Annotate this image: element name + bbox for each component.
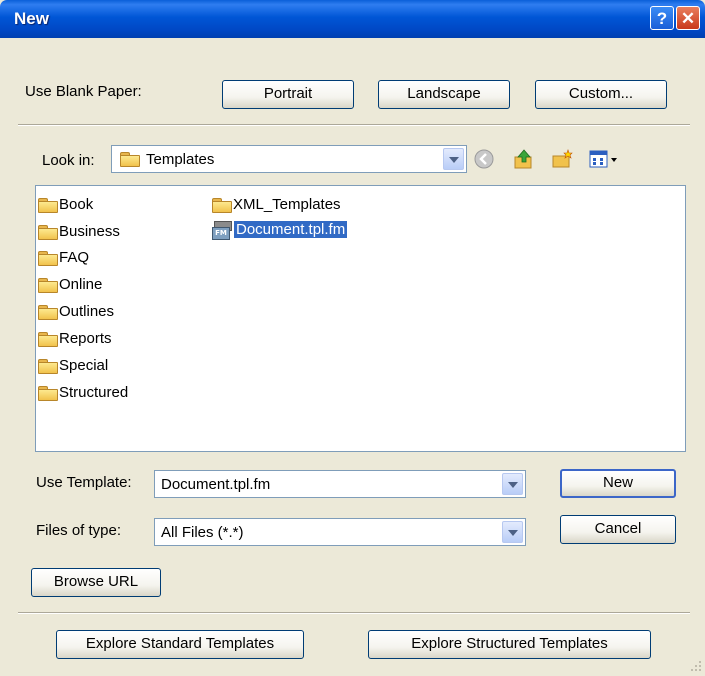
separator-top — [18, 124, 690, 126]
view-menu-icon[interactable] — [588, 148, 620, 170]
folder-name: Book — [59, 196, 94, 213]
blank-paper-label: Use Blank Paper: — [25, 83, 142, 100]
new-dialog: New ? ✕ Use Blank Paper: Portrait Landsc… — [0, 0, 705, 676]
chevron-down-icon[interactable] — [502, 521, 523, 543]
look-in-combo[interactable]: Templates — [111, 145, 467, 173]
folder-item[interactable]: Business — [38, 221, 120, 243]
file-name: Document.tpl.fm — [234, 221, 348, 238]
landscape-button-label: Landscape — [407, 85, 481, 102]
cancel-button-label: Cancel — [594, 520, 642, 537]
folder-icon — [38, 359, 58, 375]
folder-name: Outlines — [59, 303, 115, 320]
chevron-down-icon[interactable] — [443, 148, 464, 170]
cancel-button[interactable]: Cancel — [560, 515, 676, 544]
folder-name: Special — [59, 357, 109, 374]
file-item-selected[interactable]: FM Document.tpl.fm — [212, 219, 348, 241]
portrait-button-label: Portrait — [263, 85, 313, 102]
folder-name: Reports — [59, 330, 112, 347]
window-title: New — [14, 9, 49, 28]
folder-item[interactable]: Reports — [38, 328, 112, 350]
title-bar[interactable]: New ? ✕ — [0, 0, 705, 38]
new-folder-icon[interactable] — [551, 148, 573, 170]
folder-item[interactable]: FAQ — [38, 247, 89, 269]
explore-standard-templates-button[interactable]: Explore Standard Templates — [56, 630, 304, 659]
folder-icon — [38, 251, 58, 267]
folder-name: Business — [59, 223, 120, 240]
use-template-value: Document.tpl.fm — [161, 476, 271, 493]
folder-name: Online — [59, 276, 103, 293]
use-template-combo[interactable]: Document.tpl.fm — [154, 470, 526, 498]
folder-item[interactable]: Structured — [38, 382, 128, 404]
explore-structured-templates-button[interactable]: Explore Structured Templates — [368, 630, 651, 659]
portrait-button[interactable]: Portrait — [222, 80, 354, 109]
folder-name: XML_Templates — [233, 196, 341, 213]
folder-icon — [120, 152, 140, 167]
files-of-type-label: Files of type: — [36, 522, 122, 539]
use-template-label: Use Template: — [36, 474, 132, 491]
up-folder-icon[interactable] — [513, 148, 535, 170]
browse-url-button[interactable]: Browse URL — [31, 568, 161, 597]
files-of-type-value: All Files (*.*) — [161, 524, 244, 541]
explore-standard-label: Explore Standard Templates — [85, 635, 275, 652]
close-button[interactable]: ✕ — [676, 6, 700, 30]
browse-url-button-label: Browse URL — [53, 573, 139, 590]
new-button[interactable]: New — [560, 469, 676, 498]
look-in-value: Templates — [146, 151, 215, 168]
custom-button[interactable]: Custom... — [535, 80, 667, 109]
folder-name: Structured — [59, 384, 129, 401]
folder-item[interactable]: XML_Templates — [212, 194, 341, 216]
files-of-type-combo[interactable]: All Files (*.*) — [154, 518, 526, 546]
folder-icon — [38, 278, 58, 294]
explore-structured-label: Explore Structured Templates — [411, 635, 608, 652]
folder-item[interactable]: Special — [38, 355, 108, 377]
resize-grip-icon[interactable] — [690, 660, 702, 672]
folder-item[interactable]: Book — [38, 194, 93, 216]
folder-icon — [38, 386, 58, 402]
folder-icon — [38, 198, 58, 214]
folder-icon — [38, 305, 58, 321]
file-list[interactable]: Book Business FAQ Online Outlines Report… — [35, 185, 686, 452]
folder-icon — [38, 332, 58, 348]
separator-bottom — [18, 612, 690, 614]
custom-button-label: Custom... — [568, 85, 634, 102]
folder-icon — [38, 225, 58, 241]
folder-icon — [212, 198, 232, 214]
landscape-button[interactable]: Landscape — [378, 80, 510, 109]
folder-item[interactable]: Online — [38, 274, 102, 296]
help-button[interactable]: ? — [650, 6, 674, 30]
new-button-label: New — [602, 474, 633, 491]
file-badge: FM — [212, 227, 230, 241]
folder-name: FAQ — [59, 249, 90, 266]
chevron-down-icon[interactable] — [502, 473, 523, 495]
framemaker-file-icon: FM — [212, 221, 232, 241]
look-in-label: Look in: — [42, 152, 95, 169]
folder-item[interactable]: Outlines — [38, 301, 114, 323]
back-icon[interactable] — [473, 148, 495, 170]
